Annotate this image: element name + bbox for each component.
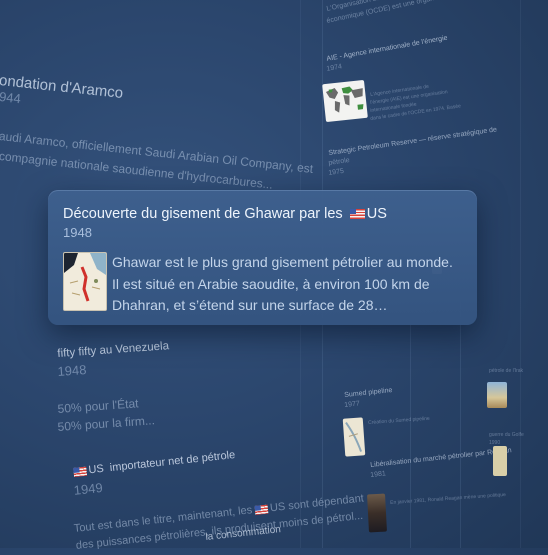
event-title: Découverte du gisement de Ghawar par les… (63, 206, 387, 222)
event-title: US importateur net de pétrole (73, 449, 236, 478)
event-title: fifty fifty au Venezuela (57, 340, 170, 360)
featured-event-card[interactable]: Découverte du gisement de Ghawar par les… (48, 190, 477, 325)
event-title-fragment: guerre du Golfe (489, 432, 524, 438)
us-flag-icon (254, 504, 269, 515)
event-year: 1948 (63, 225, 92, 240)
event-title: Libéralisation du marché pétrolier par R… (370, 447, 512, 469)
portrait-thumbnail (367, 493, 387, 533)
column-divider (520, 0, 521, 548)
event-year: 1948 (57, 361, 87, 379)
event-excerpt: Ghawar est le plus grand gisement pétrol… (112, 254, 453, 313)
event-title: Sumed pipeline (344, 386, 393, 399)
us-flag-icon (349, 209, 365, 220)
pipeline-map-thumbnail (342, 417, 366, 457)
us-flag-icon (73, 466, 88, 477)
column-divider (460, 300, 461, 548)
event-year: 944 (0, 89, 22, 107)
landscape-thumbnail (487, 382, 507, 408)
world-map-thumbnail (322, 79, 368, 123)
event-excerpt: Création du Sumed pipeline (368, 415, 430, 426)
event-title: Strategic Petroleum Reserve — réserve st… (328, 126, 498, 157)
event-year: 1981 (370, 470, 387, 479)
column-divider (410, 320, 411, 548)
oilfield-map-thumbnail (63, 252, 107, 311)
event-year: 1975 (328, 167, 345, 177)
event-year: 1949 (73, 479, 104, 498)
event-title: AIE - Agence internationale de l'énergie (326, 34, 449, 63)
event-excerpt: En janvier 1981, Ronald Reagan mène une … (390, 491, 507, 506)
event-year: 1990 (489, 440, 501, 446)
event-title-fragment: pétrole de l'Irak (489, 368, 524, 374)
event-year: 1977 (344, 400, 361, 409)
event-title: pétrole (328, 157, 351, 167)
event-year: 1974 (326, 63, 343, 73)
landscape-thumbnail (493, 446, 507, 476)
